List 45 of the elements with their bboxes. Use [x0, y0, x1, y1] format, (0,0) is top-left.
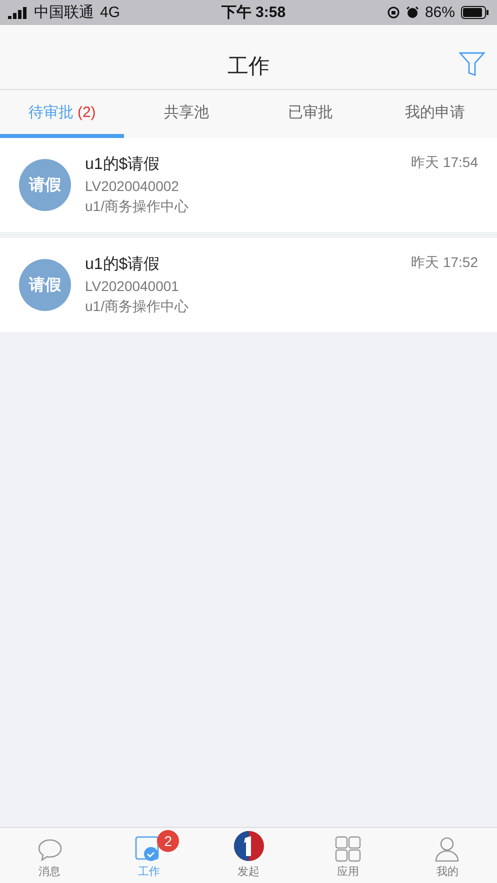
- tab[interactable]: 我的申请: [372, 90, 497, 138]
- item-time: 昨天 17:54: [411, 153, 478, 172]
- tab-label: 我的申请: [404, 102, 465, 122]
- page-title: 工作: [228, 54, 270, 80]
- nav-item[interactable]: 消息: [0, 828, 100, 883]
- item-title: u1的$请假: [85, 254, 161, 275]
- apps-icon: [334, 836, 361, 862]
- approval-card[interactable]: 请假 u1的$请假 LV2020040002 u1/商务操作中心 昨天 17:54: [0, 138, 497, 232]
- logo-icon: [232, 830, 265, 862]
- battery-percent: 86%: [424, 4, 455, 21]
- network-type: 4G: [100, 4, 120, 21]
- nav-label: 我的: [436, 865, 458, 879]
- nav-item[interactable]: 发起: [198, 828, 298, 883]
- filter-icon[interactable]: [459, 51, 485, 77]
- nav-item[interactable]: 我的: [398, 828, 497, 883]
- leave-avatar: 请假: [19, 259, 71, 311]
- tab[interactable]: 已审批: [248, 90, 373, 138]
- item-title: u1的$请假: [85, 154, 161, 175]
- nav-item[interactable]: 工作 2: [99, 828, 199, 883]
- tab-label: 待审批: [28, 102, 74, 122]
- person-icon: [434, 836, 460, 862]
- nav-label: 应用: [336, 864, 359, 879]
- tab-label: 已审批: [288, 102, 334, 122]
- tab[interactable]: 共享池: [124, 90, 248, 138]
- approval-card[interactable]: 请假 u1的$请假 LV2020040001 u1/商务操作中心 昨天 17:52: [0, 238, 497, 332]
- item-time: 昨天 17:52: [411, 253, 478, 272]
- item-code: LV2020040001: [85, 277, 180, 296]
- chat-icon: [36, 838, 63, 862]
- nav-label: 发起: [238, 865, 260, 879]
- rotation-lock-icon: [386, 6, 400, 19]
- signal-icon: [8, 6, 28, 18]
- item-department: u1/商务操作中心: [85, 197, 190, 216]
- item-code: LV2020040002: [85, 177, 180, 196]
- item-department: u1/商务操作中心: [85, 297, 190, 316]
- tab-label: 共享池: [164, 102, 209, 122]
- notification-badge: 2: [157, 830, 180, 852]
- leave-avatar: 请假: [19, 159, 71, 211]
- clock-time: 下午 3:58: [221, 3, 286, 22]
- nav-label: 消息: [38, 865, 61, 879]
- nav-label: 工作: [138, 865, 160, 879]
- battery-icon: [461, 6, 489, 19]
- nav-item[interactable]: 应用: [298, 828, 398, 883]
- tab-count: (2): [77, 104, 96, 120]
- alarm-icon: [406, 6, 419, 19]
- carrier-name: 中国联通: [34, 3, 94, 22]
